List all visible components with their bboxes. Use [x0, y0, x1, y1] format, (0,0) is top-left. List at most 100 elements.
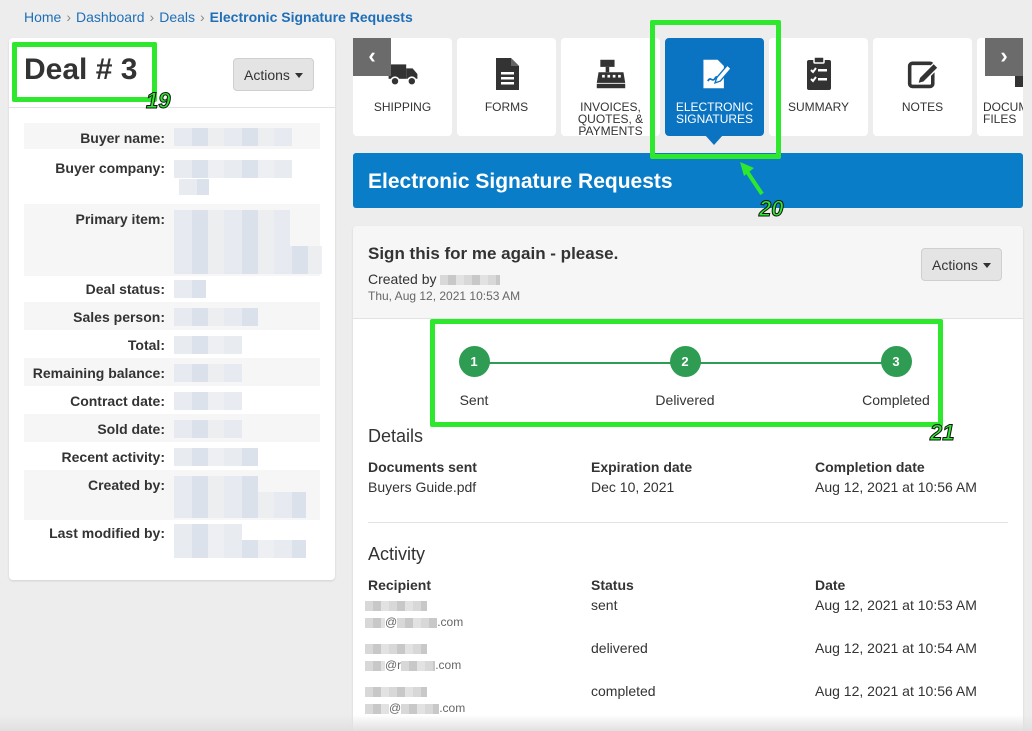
redacted-value: [174, 246, 322, 274]
redacted-value: [365, 687, 427, 698]
label-buyer-company: Buyer company:: [55, 160, 165, 176]
redacted-value: [174, 524, 242, 540]
request-header: Sign this for me again - please. Created…: [353, 226, 1023, 319]
divider: [368, 522, 1008, 523]
label-recent-activity: Recent activity:: [61, 449, 165, 465]
activity-header-date: Date: [815, 577, 846, 593]
redacted-value: [174, 448, 258, 466]
redacted-value: [174, 492, 306, 518]
label-sales-person: Sales person:: [73, 309, 165, 325]
redacted-value: [174, 336, 242, 354]
details-header-completion: Completion date: [815, 459, 925, 475]
breadcrumb-separator: ›: [66, 9, 72, 25]
callout-arrow-icon: [740, 162, 764, 196]
recipient-name: [365, 597, 427, 613]
email-fragment: .com: [435, 658, 462, 672]
label-contract-date: Contract date:: [70, 393, 165, 409]
breadcrumb-deals[interactable]: Deals: [159, 9, 195, 25]
deal-actions-button[interactable]: Actions: [233, 58, 314, 91]
tab-label: FORMS: [484, 100, 529, 114]
tab-label: SUMMARY: [787, 100, 850, 114]
label-total: Total:: [127, 337, 165, 353]
activity-status: completed: [591, 683, 656, 699]
redacted-value: [365, 617, 385, 628]
redacted-value: [365, 601, 427, 612]
recipient-name: [365, 640, 427, 656]
tab-forms[interactable]: FORMS: [457, 38, 556, 136]
caret-down-icon: [294, 73, 303, 79]
redacted-value: [174, 392, 242, 410]
bottom-fade: [0, 715, 1032, 731]
tab-label: NOTES: [901, 100, 944, 114]
deal-info-panel: Deal # 3 Actions Buyer name: Buyer compa…: [9, 38, 335, 580]
redacted-value: [397, 617, 438, 628]
label-remaining-balance: Remaining balance:: [32, 365, 165, 381]
label-sold-date: Sold date:: [97, 421, 165, 437]
row-stripe: [24, 302, 320, 330]
email-fragment: @: [385, 615, 398, 629]
completion-date: Aug 12, 2021 at 10:56 AM: [815, 479, 977, 495]
activity-heading: Activity: [368, 544, 426, 564]
activity-date: Aug 12, 2021 at 10:53 AM: [815, 597, 977, 613]
details-heading: Details: [368, 426, 424, 446]
redacted-value: [174, 128, 292, 146]
cash-register-icon: [596, 59, 625, 89]
email-fragment: .com: [439, 701, 466, 715]
redacted-value: [174, 476, 258, 492]
activity-header-status: Status: [591, 577, 634, 593]
request-created-by: Created by: [368, 271, 501, 287]
breadcrumb-home[interactable]: Home: [24, 9, 61, 25]
label-primary-item: Primary item:: [75, 211, 165, 227]
tab-summary[interactable]: SUMMARY: [769, 38, 868, 136]
redacted-value: [179, 179, 209, 195]
document-link[interactable]: Buyers Guide.pdf: [368, 479, 476, 495]
callout-deal-title: [12, 42, 157, 102]
clipboard-check-icon: [806, 56, 831, 90]
label-buyer-name: Buyer name:: [80, 130, 165, 146]
breadcrumb-separator: ›: [200, 9, 205, 25]
breadcrumb: Home › Dashboard › Deals › Electronic Signatur…: [24, 9, 413, 25]
tab-label: SHIPPING: [373, 100, 432, 114]
label-created-by: Created by:: [87, 477, 165, 493]
tabs-next-arrow[interactable]: ›: [985, 38, 1023, 76]
section-header: Electronic Signature Requests: [353, 153, 1023, 208]
email-fragment: @r: [385, 658, 402, 672]
created-by-label: Created by: [368, 271, 437, 287]
request-title: Sign this for me again - please.: [368, 244, 619, 263]
tabs-prev-arrow[interactable]: ‹: [353, 38, 391, 76]
redacted-value: [401, 703, 440, 714]
callout-number: 19: [145, 88, 171, 114]
recipient-email: @r .com: [365, 658, 461, 672]
caret-down-icon: [982, 263, 991, 269]
details-header-documents: Documents sent: [368, 459, 477, 475]
activity-date: Aug 12, 2021 at 10:56 AM: [815, 683, 977, 699]
activity-date: Aug 12, 2021 at 10:54 AM: [815, 640, 977, 656]
breadcrumb-current: Electronic Signature Requests: [209, 9, 413, 25]
redacted-value: [174, 420, 242, 438]
document-icon: [495, 58, 519, 90]
edit-note-icon: [907, 61, 939, 89]
tab-invoices-quotes-payments[interactable]: INVOICES, QUOTES, & PAYMENTS: [561, 38, 660, 137]
recipient-email: @ .com: [365, 615, 463, 629]
breadcrumb-dashboard[interactable]: Dashboard: [76, 9, 145, 25]
email-fragment: .com: [437, 615, 464, 629]
activity-status: sent: [591, 597, 618, 613]
row-stripe: [24, 414, 320, 442]
request-actions-button[interactable]: Actions: [921, 248, 1002, 281]
expiration-date: Dec 10, 2021: [591, 479, 675, 495]
activity-header-recipient: Recipient: [368, 577, 432, 593]
callout-number: 20: [758, 196, 784, 222]
request-created-date: Thu, Aug 12, 2021 10:53 AM: [368, 289, 521, 303]
redacted-value: [174, 540, 306, 558]
redacted-value: [401, 660, 436, 671]
redacted-value: [365, 660, 385, 671]
label-deal-status: Deal status:: [85, 281, 165, 297]
request-actions-label: Actions: [932, 256, 978, 273]
recipient-email: @ .com: [365, 701, 465, 715]
tab-notes[interactable]: NOTES: [873, 38, 972, 136]
callout-esign-tab: [650, 20, 781, 159]
email-fragment: @: [389, 701, 402, 715]
section-title: Electronic Signature Requests: [368, 170, 673, 193]
redacted-value: [365, 703, 389, 714]
breadcrumb-separator: ›: [149, 9, 155, 25]
